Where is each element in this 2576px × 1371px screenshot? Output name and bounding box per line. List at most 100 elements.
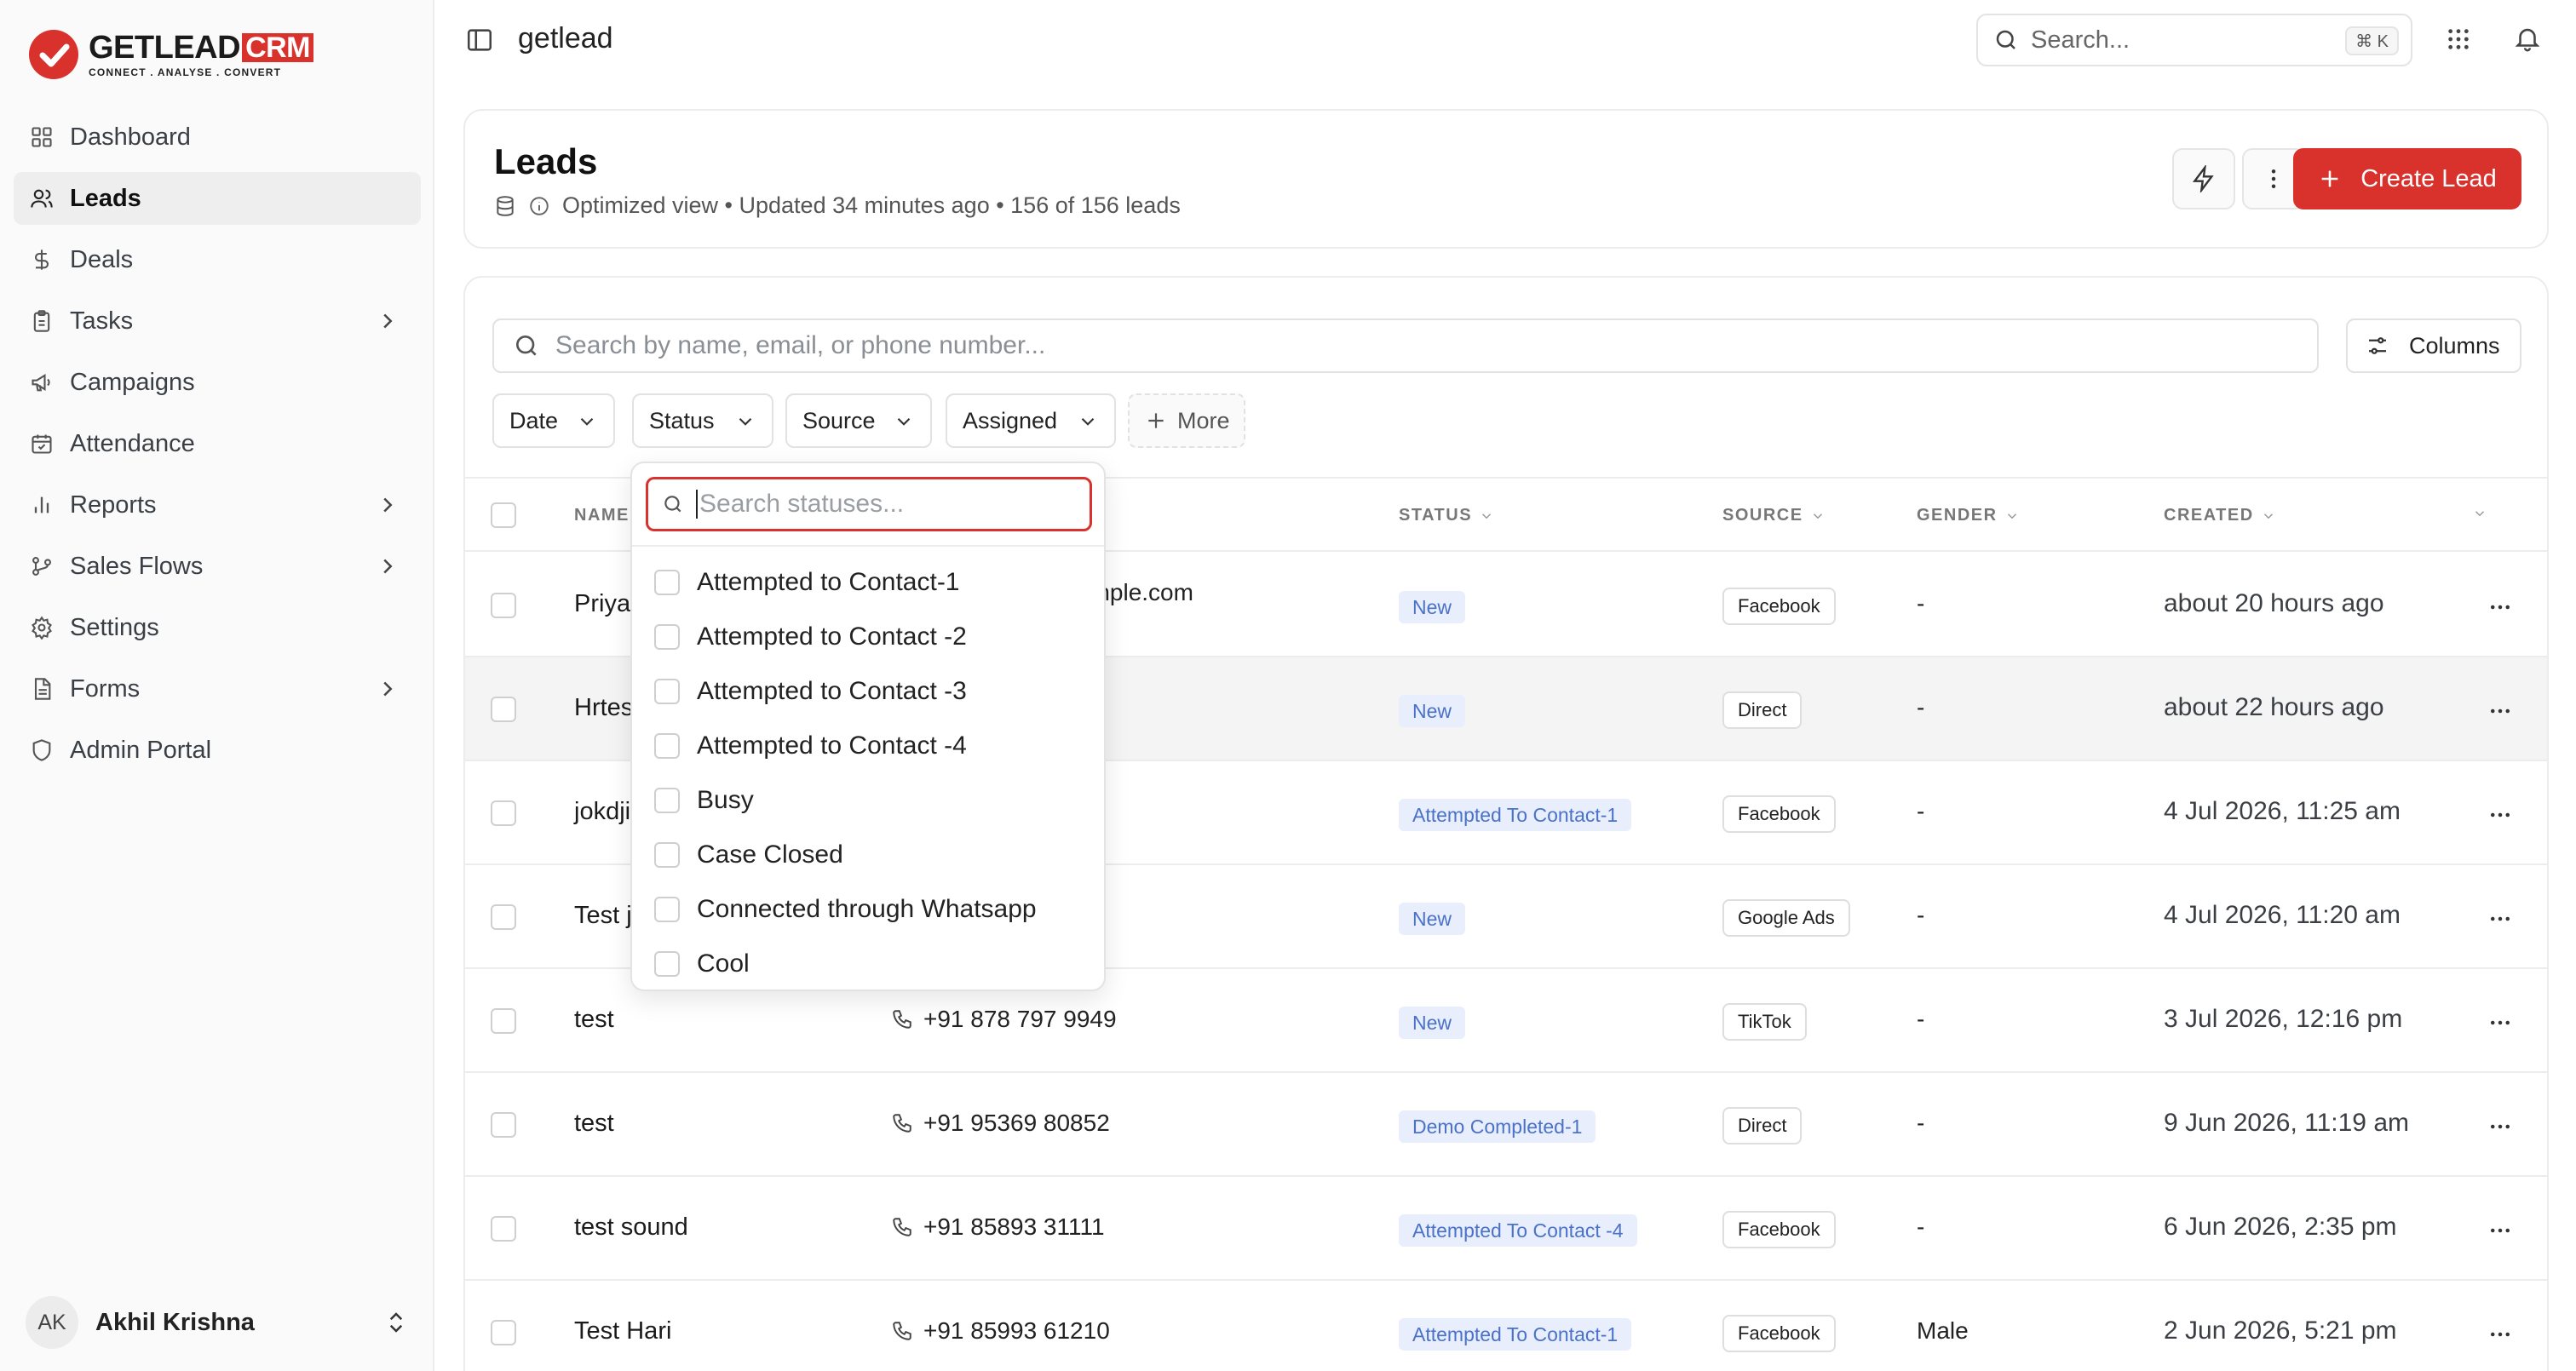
sidebar-toggle-icon[interactable] <box>465 26 496 56</box>
status-option[interactable]: Busy <box>654 777 754 824</box>
lead-name[interactable]: test <box>574 1110 614 1138</box>
automation-button[interactable] <box>2172 148 2235 209</box>
row-checkbox[interactable] <box>491 1008 516 1034</box>
more-horizontal-icon[interactable] <box>2487 594 2513 624</box>
row-checkbox[interactable] <box>491 1216 516 1242</box>
sidebar-item-label: Admin Portal <box>70 736 212 764</box>
status-search-input[interactable]: Search statuses... <box>646 477 1092 531</box>
bell-icon[interactable] <box>2513 24 2542 57</box>
table-row[interactable]: test +91 95369 80852 Demo Completed-1 Direc… <box>465 1073 2547 1177</box>
contact-cell: +91 85993 61210 <box>891 1317 1110 1345</box>
gender-cell: Male <box>1917 1317 1969 1344</box>
status-filter[interactable]: Status <box>632 393 773 448</box>
status-option[interactable]: Attempted to Contact -4 <box>654 722 967 770</box>
status-option[interactable]: Connected through Whatsapp <box>654 886 1037 933</box>
page-subtitle: Optimized view • Updated 34 minutes ago … <box>494 192 1181 219</box>
more-horizontal-icon[interactable] <box>2487 1218 2513 1248</box>
row-checkbox[interactable] <box>491 1320 516 1345</box>
user-menu[interactable]: AK Akhil Krishna <box>26 1294 409 1351</box>
column-header-created[interactable]: CREATED <box>2164 506 2276 525</box>
shortcut-hint: ⌘ K <box>2345 26 2399 55</box>
more-horizontal-icon[interactable] <box>2487 698 2513 728</box>
row-checkbox[interactable] <box>491 904 516 930</box>
row-checkbox[interactable] <box>491 697 516 722</box>
sidebar-item-dashboard[interactable]: Dashboard <box>14 111 421 163</box>
chevron-right-icon <box>375 308 400 334</box>
more-horizontal-icon[interactable] <box>2487 906 2513 936</box>
status-option[interactable]: Attempted to Contact -3 <box>654 668 967 715</box>
sidebar-item-reports[interactable]: Reports <box>14 479 421 531</box>
lead-name[interactable]: Test Hari <box>574 1317 671 1345</box>
search-icon <box>513 332 540 359</box>
status-option-checkbox[interactable] <box>654 842 680 868</box>
status-option-checkbox[interactable] <box>654 897 680 922</box>
dollar-icon <box>29 247 55 272</box>
row-checkbox[interactable] <box>491 1112 516 1138</box>
status-option-checkbox[interactable] <box>654 570 680 595</box>
sidebar-item-tasks[interactable]: Tasks <box>14 295 421 347</box>
date-filter-label: Date <box>509 407 559 433</box>
lead-name[interactable]: test sound <box>574 1213 688 1242</box>
sidebar-item-leads[interactable]: Leads <box>14 172 421 225</box>
status-option-checkbox[interactable] <box>654 788 680 813</box>
lead-name[interactable]: Hrtes <box>574 694 633 722</box>
sidebar-item-label: Attendance <box>70 429 195 457</box>
sidebar-item-deals[interactable]: Deals <box>14 233 421 286</box>
phone-number: +91 878 797 9949 <box>923 1006 1117 1032</box>
column-header-gender[interactable]: GENDER <box>1917 506 2020 525</box>
more-horizontal-icon[interactable] <box>2487 1114 2513 1144</box>
grid-icon <box>29 124 55 150</box>
created-cell: 6 Jun 2026, 2:35 pm <box>2164 1213 2397 1241</box>
apps-grid-icon[interactable] <box>2445 26 2472 57</box>
info-icon[interactable] <box>528 195 550 217</box>
column-header-source[interactable]: SOURCE <box>1722 506 1826 525</box>
create-lead-button[interactable]: Create Lead <box>2293 148 2521 209</box>
created-cell: about 22 hours ago <box>2164 693 2384 721</box>
more-horizontal-icon[interactable] <box>2487 1322 2513 1351</box>
lead-name[interactable]: jokdji <box>574 798 630 826</box>
source-badge: Direct <box>1722 691 1803 729</box>
source-badge: Direct <box>1722 1107 1803 1144</box>
source-filter[interactable]: Source <box>785 393 932 448</box>
row-checkbox[interactable] <box>491 593 516 618</box>
sidebar-item-campaigns[interactable]: Campaigns <box>14 356 421 409</box>
column-settings-chevron-icon[interactable] <box>2472 506 2487 521</box>
sidebar-item-settings[interactable]: Settings <box>14 601 421 654</box>
sidebar-item-attendance[interactable]: Attendance <box>14 417 421 470</box>
status-filter-label: Status <box>649 407 715 433</box>
sidebar-item-admin-portal[interactable]: Admin Portal <box>14 724 421 777</box>
status-option[interactable]: Cool <box>654 940 750 988</box>
status-option[interactable]: Attempted to Contact -2 <box>654 613 967 661</box>
select-all-checkbox[interactable] <box>491 502 516 528</box>
status-option[interactable]: Case Closed <box>654 831 843 879</box>
lead-name[interactable]: Priya <box>574 590 630 618</box>
table-row[interactable]: test sound +91 85893 31111 Attempted To Co… <box>465 1177 2547 1281</box>
column-header-name[interactable]: NAME <box>574 506 630 525</box>
status-option[interactable]: Attempted to Contact-1 <box>654 559 960 606</box>
status-option-checkbox[interactable] <box>654 679 680 704</box>
date-filter[interactable]: Date <box>492 393 615 448</box>
status-option-label: Attempted to Contact -2 <box>697 622 967 651</box>
lead-name[interactable]: test <box>574 1006 614 1034</box>
status-option-checkbox[interactable] <box>654 624 680 650</box>
lead-name[interactable]: Test j <box>574 902 632 930</box>
sidebar-item-sales-flows[interactable]: Sales Flows <box>14 540 421 593</box>
more-filters-button[interactable]: More <box>1128 393 1245 448</box>
more-horizontal-icon[interactable] <box>2487 802 2513 832</box>
lead-search-input[interactable]: Search by name, email, or phone number..… <box>492 318 2319 373</box>
status-option-checkbox[interactable] <box>654 951 680 977</box>
status-option-checkbox[interactable] <box>654 733 680 759</box>
columns-button[interactable]: Columns <box>2346 318 2521 373</box>
more-horizontal-icon[interactable] <box>2487 1010 2513 1040</box>
brand-logo[interactable]: GETLEAD CRM CONNECT . ANALYSE . CONVERT <box>29 27 313 82</box>
sidebar-item-forms[interactable]: Forms <box>14 663 421 715</box>
assigned-filter[interactable]: Assigned <box>946 393 1116 448</box>
status-badge: Attempted To Contact-1 <box>1399 1318 1632 1351</box>
column-header-status[interactable]: STATUS <box>1399 506 1494 525</box>
row-checkbox[interactable] <box>491 800 516 826</box>
phone-icon <box>891 1008 913 1030</box>
gear-icon <box>29 615 55 640</box>
status-option-label: Attempted to Contact -3 <box>697 677 967 705</box>
global-search-input[interactable]: Search... ⌘ K <box>1976 14 2412 66</box>
table-row[interactable]: Test Hari +91 85993 61210 Attempted To Con… <box>465 1281 2547 1371</box>
